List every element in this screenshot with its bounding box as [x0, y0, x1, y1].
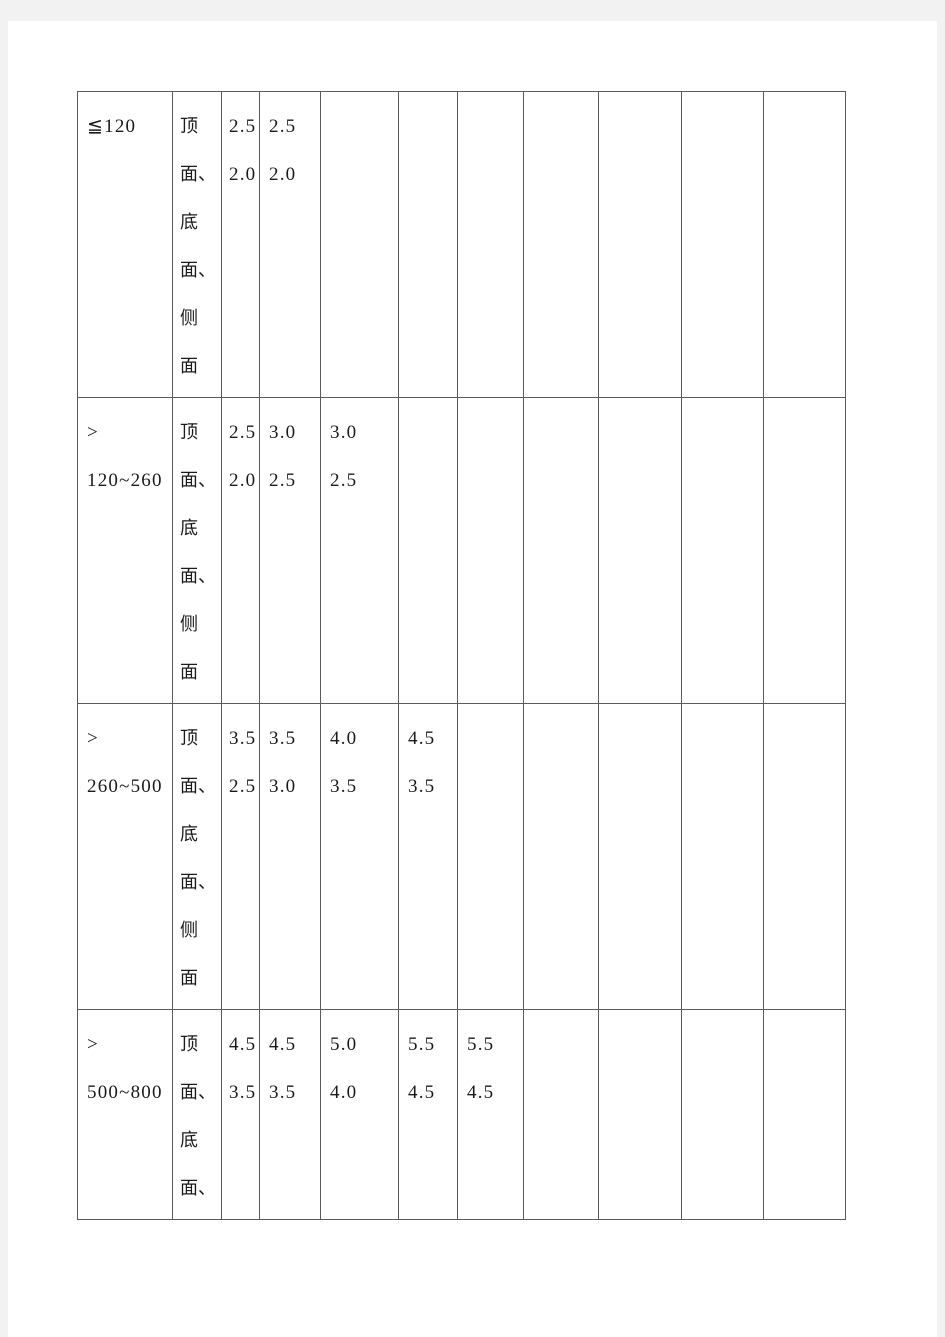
table-cell-surface: 顶面、底面、 [172, 1009, 222, 1220]
table-cell-value [763, 397, 846, 704]
cell-text: 顶面、底面、 [180, 1034, 216, 1199]
document-page: ≦120 顶面、底面、侧面 2.5 2.0 2.5 2.0 > 120~260 … [8, 21, 937, 1337]
cell-text [764, 1010, 845, 1027]
table-cell-value: 5.5 4.5 [398, 1009, 458, 1220]
cell-text: 3.5 3.0 [269, 728, 297, 797]
cell-text [682, 1010, 763, 1027]
table-cell-value: 4.5 3.5 [221, 1009, 260, 1220]
table-cell-value: 3.5 2.5 [221, 703, 260, 1010]
table-cell-value: 3.0 2.5 [320, 397, 399, 704]
cell-text [458, 398, 523, 415]
table-cell-value: 4.5 3.5 [259, 1009, 321, 1220]
cell-text: 3.5 2.5 [229, 728, 257, 797]
table-cell-value: 2.5 2.0 [259, 91, 321, 398]
cell-text: 5.5 4.5 [467, 1034, 495, 1103]
table-cell-value: 2.5 2.0 [221, 91, 260, 398]
cell-text: 4.5 3.5 [408, 728, 436, 797]
cell-text: 顶面、底面、侧面 [180, 728, 216, 989]
table-cell-value: 5.0 4.0 [320, 1009, 399, 1220]
table-cell-value [763, 703, 846, 1010]
table-cell-value: 4.0 3.5 [320, 703, 399, 1010]
table-cell-value [523, 397, 599, 704]
table-cell-surface: 顶面、底面、侧面 [172, 397, 222, 704]
cell-text: 2.5 2.0 [229, 422, 257, 491]
surface-tolerance-table: ≦120 顶面、底面、侧面 2.5 2.0 2.5 2.0 > 120~260 … [77, 91, 846, 1220]
table-cell-value: 3.0 2.5 [259, 397, 321, 704]
table-cell-value [763, 1009, 846, 1220]
cell-text: > 120~260 [87, 422, 163, 491]
cell-text [764, 704, 845, 721]
table-cell-value: 5.5 4.5 [457, 1009, 524, 1220]
cell-text: 5.0 4.0 [330, 1034, 358, 1103]
table-cell-value [457, 91, 524, 398]
cell-text [524, 1010, 598, 1027]
cell-text: > 500~800 [87, 1034, 163, 1103]
table-cell-value [763, 91, 846, 398]
cell-text [599, 704, 681, 721]
table-cell-value [398, 91, 458, 398]
table-cell-value [320, 91, 399, 398]
table-cell-value [681, 91, 764, 398]
table-cell-size-range: > 500~800 [77, 1009, 173, 1220]
table-cell-value [457, 703, 524, 1010]
table-cell-value [398, 397, 458, 704]
table-cell-value [598, 1009, 682, 1220]
cell-text: 4.5 3.5 [269, 1034, 297, 1103]
table-row: > 260~500 顶面、底面、侧面 3.5 2.5 3.5 3.0 4.0 3… [77, 703, 846, 1010]
table-cell-size-range: > 120~260 [77, 397, 173, 704]
table-cell-value [598, 91, 682, 398]
cell-text: ≦120 [87, 116, 137, 137]
cell-text [458, 92, 523, 109]
cell-text: 顶面、底面、侧面 [180, 422, 216, 683]
cell-text: 3.0 2.5 [269, 422, 297, 491]
cell-text [599, 398, 681, 415]
table-cell-value: 4.5 3.5 [398, 703, 458, 1010]
table-cell-value [523, 1009, 599, 1220]
cell-text [682, 398, 763, 415]
cell-text: 2.5 2.0 [269, 116, 297, 185]
table-cell-value [681, 397, 764, 704]
cell-text [599, 92, 681, 109]
table-cell-surface: 顶面、底面、侧面 [172, 703, 222, 1010]
cell-text: 3.0 2.5 [330, 422, 358, 491]
cell-text: 4.0 3.5 [330, 728, 358, 797]
table-cell-value [457, 397, 524, 704]
cell-text: 5.5 4.5 [408, 1034, 436, 1103]
table-row: ≦120 顶面、底面、侧面 2.5 2.0 2.5 2.0 [77, 91, 846, 398]
cell-text [399, 92, 457, 109]
cell-text: 4.5 3.5 [229, 1034, 257, 1103]
cell-text [764, 92, 845, 109]
table-cell-value [598, 703, 682, 1010]
table-row: > 120~260 顶面、底面、侧面 2.5 2.0 3.0 2.5 3.0 2… [77, 397, 846, 704]
cell-text [458, 704, 523, 721]
cell-text [524, 398, 598, 415]
table-cell-value [523, 91, 599, 398]
cell-text [321, 92, 398, 109]
table-cell-value [598, 397, 682, 704]
cell-text [524, 704, 598, 721]
cell-text [682, 92, 763, 109]
table-cell-size-range: > 260~500 [77, 703, 173, 1010]
cell-text [764, 398, 845, 415]
cell-text [399, 398, 457, 415]
table-cell-value: 3.5 3.0 [259, 703, 321, 1010]
table-cell-value [523, 703, 599, 1010]
cell-text: > 260~500 [87, 728, 163, 797]
table-cell-value [681, 703, 764, 1010]
cell-text: 顶面、底面、侧面 [180, 116, 216, 377]
cell-text: 2.5 2.0 [229, 116, 257, 185]
cell-text [599, 1010, 681, 1027]
table-cell-value: 2.5 2.0 [221, 397, 260, 704]
cell-text [524, 92, 598, 109]
cell-text [682, 704, 763, 721]
table-cell-size-range: ≦120 [77, 91, 173, 398]
table-row: > 500~800 顶面、底面、 4.5 3.5 4.5 3.5 5.0 4.0… [77, 1009, 846, 1220]
table-cell-surface: 顶面、底面、侧面 [172, 91, 222, 398]
table-cell-value [681, 1009, 764, 1220]
